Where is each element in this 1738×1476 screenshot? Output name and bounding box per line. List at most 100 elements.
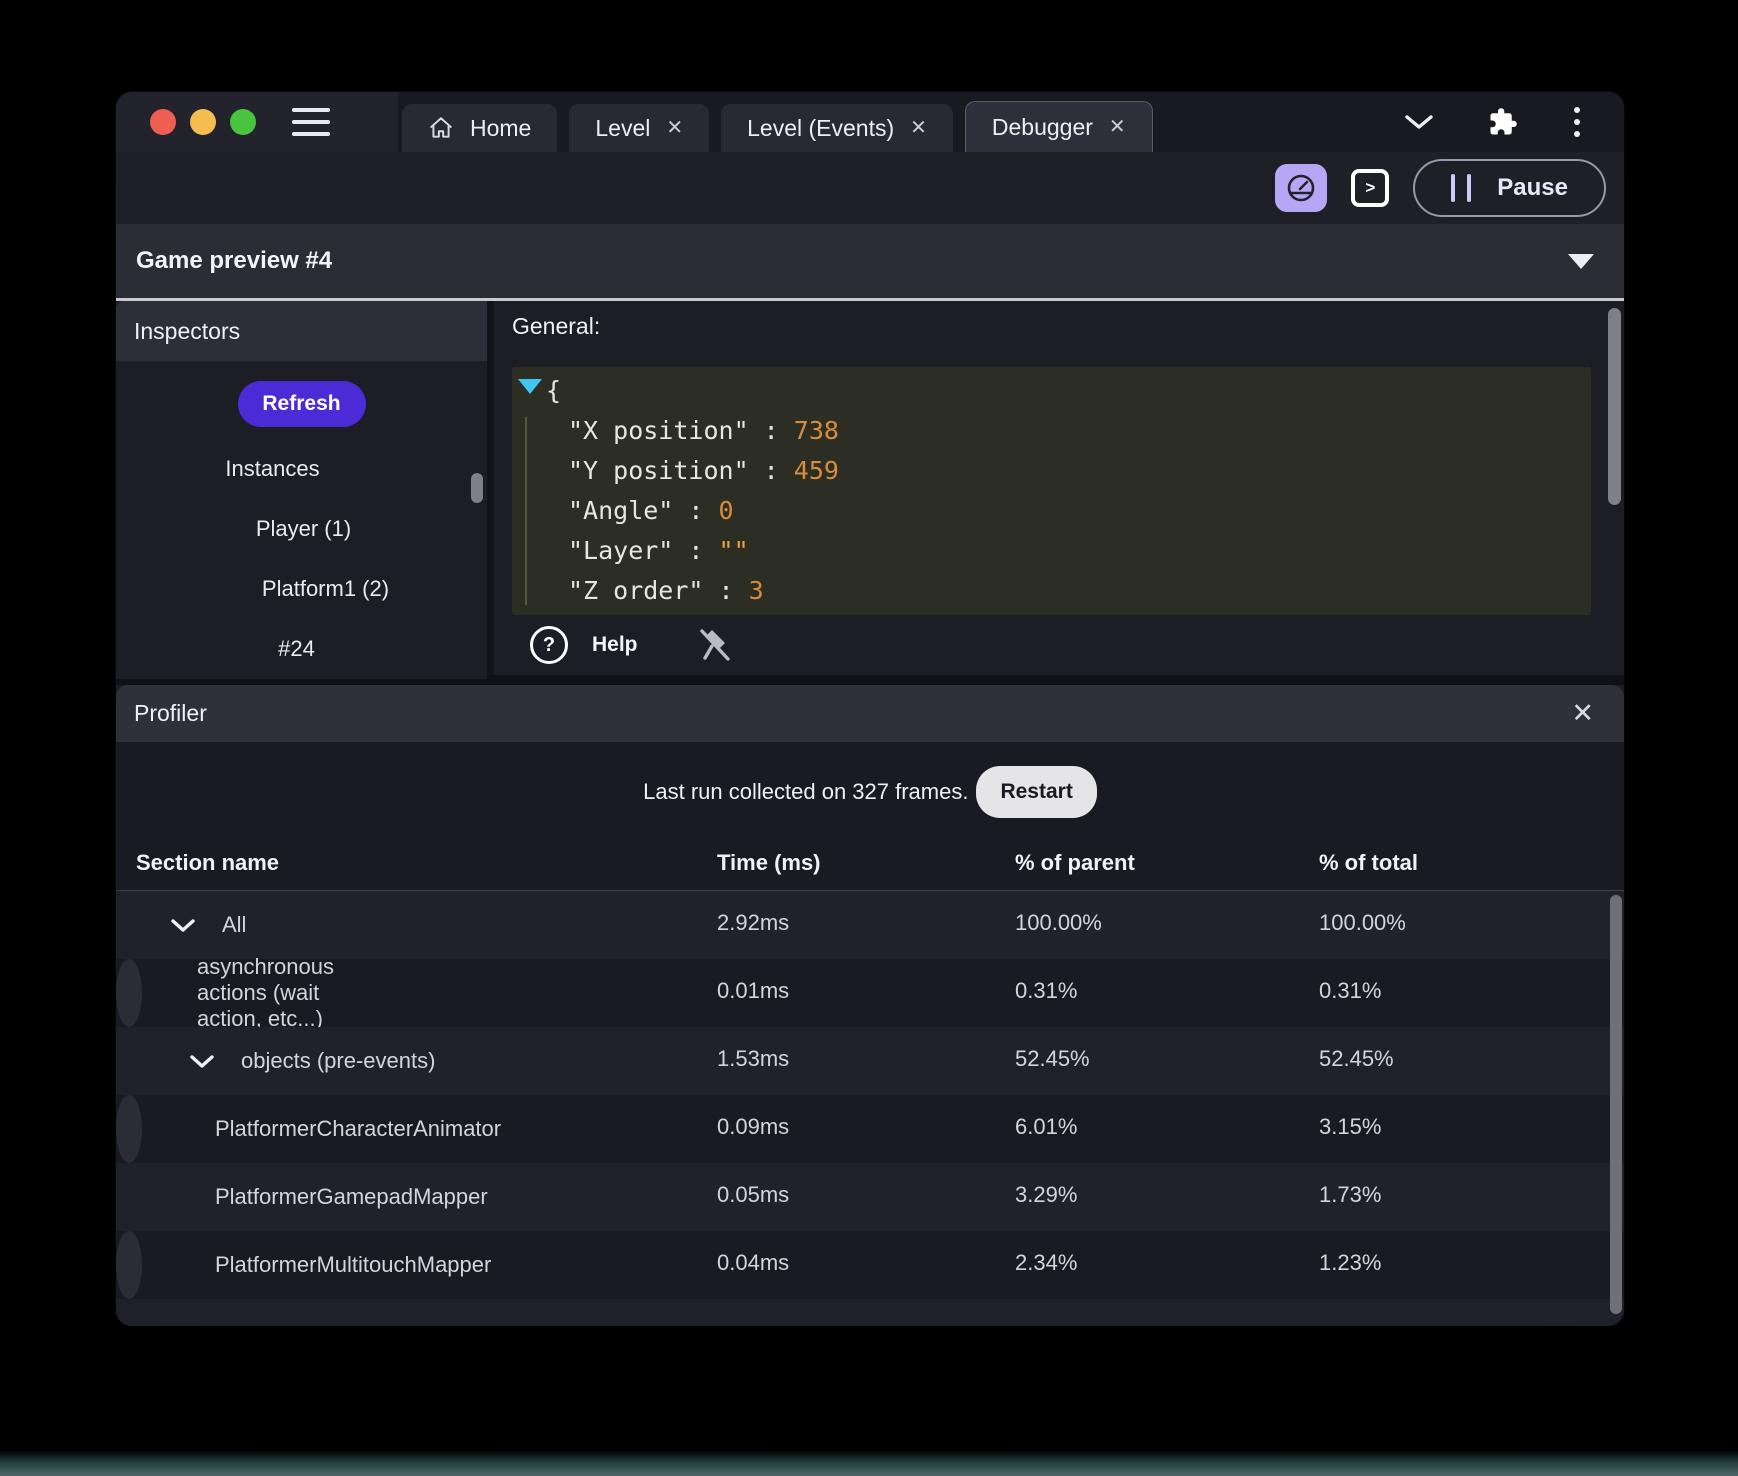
json-value: 0 [718, 496, 734, 525]
profiler-speedometer-button[interactable] [1275, 164, 1328, 212]
help-label: Help [592, 633, 638, 656]
inspectors-list: Refresh Instances Player (1) Platform1 (… [116, 361, 487, 679]
json-indent-guide [525, 417, 527, 605]
inspector-item-platform1[interactable]: Platform1 (2) [262, 559, 389, 619]
collapse-caret-icon[interactable] [1568, 253, 1594, 269]
kebab-menu-icon[interactable] [1572, 105, 1582, 139]
tab-label: Home [470, 114, 532, 141]
table-row[interactable]: All 2.92ms 100.00% 100.00% [116, 891, 1624, 959]
profiler-title: Profiler [134, 700, 207, 726]
json-separator: : [673, 496, 719, 525]
inspector-item-instance-24[interactable]: #24 [278, 619, 315, 679]
debugger-main: Inspectors Refresh Instances Player (1) … [116, 301, 1624, 679]
inspectors-scrollbar[interactable] [471, 473, 483, 503]
inspectors-header: Inspectors [116, 301, 487, 361]
percent-total-value: 1.23% [1319, 1250, 1382, 1275]
section-name: objects (pre-events) [241, 1048, 436, 1073]
window-controls-zone [116, 92, 398, 152]
json-entry: "Angle" : 0 [546, 491, 1591, 531]
help-circle-icon[interactable]: ? [530, 626, 568, 664]
percent-total-value: 1.73% [1319, 1182, 1382, 1207]
json-value: 738 [793, 416, 839, 445]
tab-level-events[interactable]: Level (Events) ✕ [721, 104, 953, 152]
pause-button[interactable]: Pause [1413, 159, 1606, 217]
profiler-panel: Profiler ✕ Last run collected on 327 fra… [116, 685, 1624, 1326]
json-value: 459 [793, 456, 839, 485]
inspector-item-label: Player (1) [255, 516, 352, 541]
profiler-status-row: Last run collected on 327 frames. Restar… [116, 742, 1624, 842]
time-value: 0.09ms [717, 1114, 790, 1139]
inspector-item-label: Platform1 (2) [261, 576, 390, 601]
column-header-time: Time (ms) [717, 850, 821, 875]
profiler-scrollbar[interactable] [1610, 895, 1622, 1314]
titlebar: Home Level ✕ Level (Events) ✕ Debugger ✕ [116, 92, 1624, 152]
column-header-percent-total: % of total [1319, 850, 1418, 875]
close-profiler-icon[interactable]: ✕ [1571, 700, 1594, 727]
chevron-down-icon[interactable] [189, 1054, 215, 1069]
close-tab-icon[interactable]: ✕ [910, 118, 927, 138]
home-icon [430, 117, 452, 138]
json-separator: : [673, 536, 719, 565]
json-separator: : [703, 576, 749, 605]
inspector-item-label: #24 [278, 636, 315, 661]
inspector-item-label: Instances [225, 456, 320, 481]
json-collapse-triangle-icon[interactable] [518, 379, 542, 394]
json-entry: "Layer" : "" [546, 531, 1591, 571]
percent-total-value: 52.45% [1319, 1046, 1394, 1071]
percent-parent-value: 100.00% [1015, 910, 1102, 935]
pin-off-icon[interactable] [698, 627, 732, 663]
json-key: "Z order" [568, 576, 704, 605]
hamburger-menu-icon[interactable] [292, 108, 330, 136]
json-value: "" [718, 536, 749, 565]
panel-divider [487, 301, 494, 675]
inspectors-panel: Inspectors Refresh Instances Player (1) … [116, 301, 487, 679]
console-prompt-icon: > [1365, 178, 1376, 197]
section-name: PlatformerGamepadMapper [215, 1184, 488, 1209]
close-tab-icon[interactable]: ✕ [1109, 117, 1126, 137]
inspectors-title: Inspectors [134, 317, 241, 344]
time-value: 0.04ms [717, 1250, 790, 1275]
section-name: PlatformerMultitouchMapper [215, 1252, 492, 1277]
table-row[interactable]: objects (pre-events) 1.53ms 52.45% 52.45… [116, 1027, 1624, 1095]
inspector-item-instances[interactable]: Instances [225, 439, 319, 499]
general-panel: General: { "X position" : 738 "Y positio… [494, 301, 1624, 675]
inspector-item-player[interactable]: Player (1) [256, 499, 351, 559]
chevron-down-icon[interactable] [170, 918, 196, 933]
column-header-section-name: Section name [136, 850, 280, 875]
json-inspector: { "X position" : 738 "Y position" : 459 … [512, 367, 1591, 615]
section-name: All [222, 912, 247, 937]
tab-label: Level (Events) [747, 114, 895, 141]
close-tab-icon[interactable]: ✕ [666, 118, 683, 138]
speedometer-icon [1287, 174, 1315, 202]
tab-home[interactable]: Home [402, 104, 558, 152]
table-row[interactable]: PlatformerCharacterAnimator 0.09ms 6.01%… [116, 1095, 1381, 1163]
refresh-button[interactable]: Refresh [237, 381, 366, 427]
restart-button[interactable]: Restart [976, 766, 1097, 818]
table-row[interactable]: PlatformerGamepadMapper 0.05ms 3.29% 1.7… [116, 1163, 1624, 1231]
time-value: 0.01ms [717, 978, 790, 1003]
profiler-status-text: Last run collected on 327 frames. [643, 779, 969, 804]
json-content: { "X position" : 738 "Y position" : 459 … [512, 367, 1591, 611]
screen: Home Level ✕ Level (Events) ✕ Debugger ✕ [0, 0, 1738, 1476]
general-scrollbar[interactable] [1608, 308, 1621, 505]
table-row[interactable]: asynchronous actions (wait action, etc..… [116, 954, 1381, 1031]
tab-bar: Home Level ✕ Level (Events) ✕ Debugger ✕ [402, 92, 1153, 152]
percent-parent-value: 0.31% [1015, 978, 1078, 1003]
table-row[interactable]: PlatformerMultitouchMapper 0.04ms 2.34% … [116, 1231, 1381, 1299]
percent-total-value: 3.15% [1319, 1114, 1382, 1139]
json-separator: : [748, 416, 794, 445]
section-name: asynchronous actions (wait action, etc..… [197, 954, 334, 1031]
console-button[interactable]: > [1351, 169, 1390, 207]
tab-debugger[interactable]: Debugger ✕ [964, 101, 1153, 152]
close-window-button[interactable] [150, 109, 176, 135]
json-separator: : [748, 456, 794, 485]
minimize-window-button[interactable] [190, 109, 216, 135]
extensions-puzzle-icon[interactable] [1488, 107, 1518, 137]
game-preview-header[interactable]: Game preview #4 [116, 224, 1624, 301]
percent-parent-value: 3.29% [1015, 1182, 1078, 1207]
time-value: 1.53ms [717, 1046, 790, 1071]
profiler-header: Profiler ✕ [116, 685, 1624, 742]
chevron-down-icon[interactable] [1404, 114, 1434, 130]
tab-level[interactable]: Level ✕ [569, 104, 710, 152]
zoom-window-button[interactable] [230, 109, 256, 135]
